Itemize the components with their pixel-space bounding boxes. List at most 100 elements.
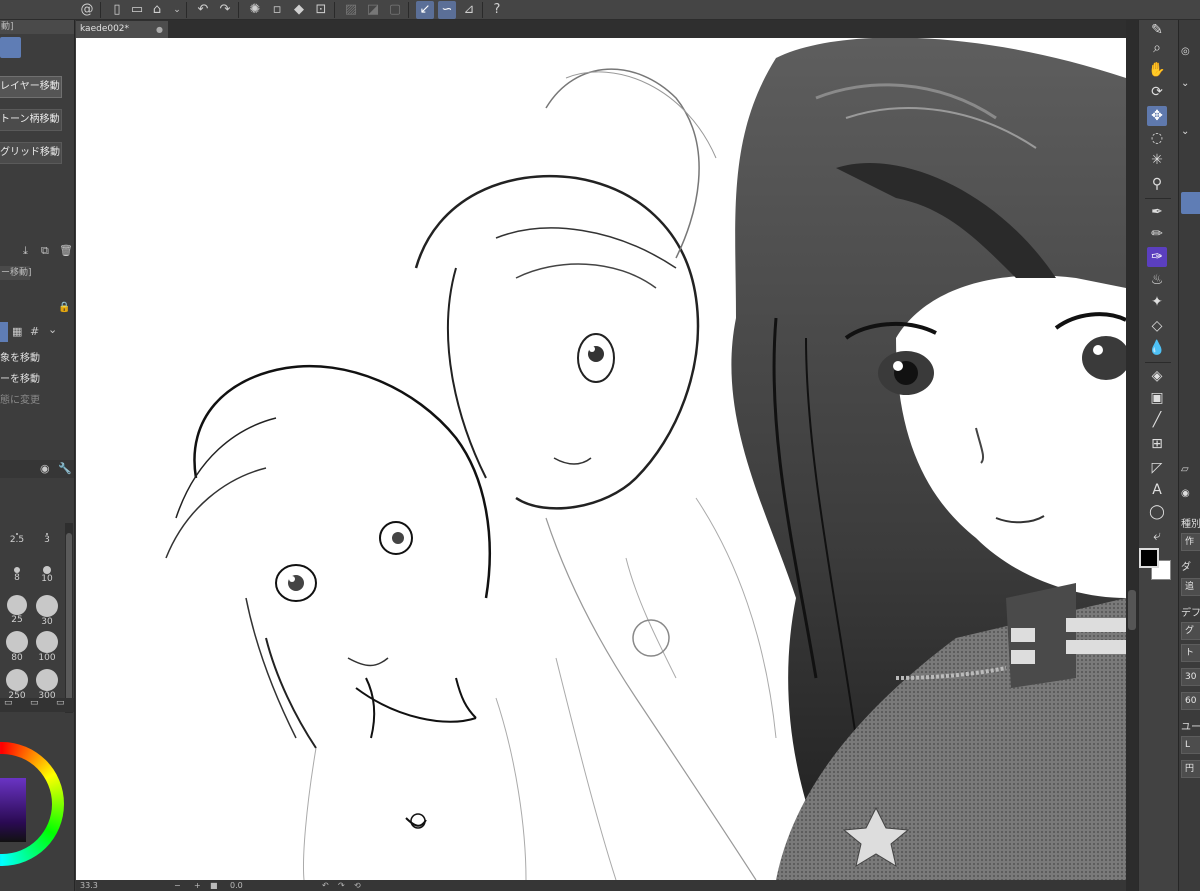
- brush-size-item[interactable]: 8: [2, 563, 32, 593]
- drawing-canvas[interactable]: [76, 38, 1126, 880]
- snap-grid-icon[interactable]: ◪: [364, 1, 382, 19]
- duplicate-icon[interactable]: ⧉: [41, 244, 49, 258]
- gradient-icon[interactable]: ▣: [1147, 388, 1167, 408]
- decoration-icon[interactable]: ✦: [1147, 292, 1167, 312]
- brush-size-item[interactable]: 10: [32, 563, 62, 593]
- blend-icon[interactable]: 💧: [1147, 338, 1167, 358]
- rotate-left-icon[interactable]: ↶: [322, 880, 329, 891]
- move-icon[interactable]: ✥: [1147, 106, 1167, 126]
- clear-icon[interactable]: ▫: [268, 1, 286, 19]
- zoom-in-button[interactable]: +: [194, 880, 201, 891]
- loading-icon[interactable]: ✺: [246, 1, 264, 19]
- right-dropdown[interactable]: 追: [1181, 578, 1200, 596]
- help-icon[interactable]: ?: [488, 1, 506, 19]
- settings-icon[interactable]: ◉: [1181, 488, 1190, 499]
- zoom-icon[interactable]: ⌕: [1147, 38, 1167, 58]
- pencil-icon[interactable]: ✏: [1147, 224, 1167, 244]
- pattern-icon[interactable]: ▦: [12, 325, 22, 338]
- fill-icon[interactable]: ◈: [1147, 366, 1167, 386]
- angle-value[interactable]: 0.0: [230, 880, 243, 891]
- brush-icon[interactable]: ✎: [1147, 20, 1167, 40]
- scroll-thumb[interactable]: [1128, 590, 1136, 630]
- chevron-down-icon[interactable]: ⌄: [168, 1, 186, 19]
- eyedropper-icon[interactable]: ⚲: [1147, 174, 1167, 194]
- brush-size-item[interactable]: 2.5: [2, 529, 32, 559]
- palette-tab-icon[interactable]: ▭: [4, 698, 13, 708]
- app-logo-icon[interactable]: ◎: [1181, 46, 1190, 57]
- color-square[interactable]: [0, 778, 26, 842]
- airbrush-icon[interactable]: ♨: [1147, 270, 1167, 290]
- snap-off-icon[interactable]: ▨: [342, 1, 360, 19]
- folder-icon[interactable]: ▱: [1181, 464, 1189, 475]
- close-icon[interactable]: ●: [156, 21, 163, 38]
- new-file-icon[interactable]: ▯: [108, 1, 126, 19]
- chevron-down-icon[interactable]: ⌄: [1181, 78, 1189, 89]
- tone-move-button[interactable]: トーン柄移動: [0, 109, 62, 131]
- ruler-icon[interactable]: ⊿: [460, 1, 478, 19]
- scroll-thumb[interactable]: [66, 533, 72, 703]
- option-move-target[interactable]: 象を移動: [0, 349, 40, 364]
- reset-icon[interactable]: ⟲: [354, 880, 361, 891]
- chevron-down-icon[interactable]: ⌄: [48, 323, 57, 336]
- text-icon[interactable]: A: [1147, 480, 1167, 500]
- brush-scrollbar[interactable]: [65, 523, 73, 713]
- import-icon[interactable]: ⤓: [23, 244, 28, 258]
- pen-icon[interactable]: ✒: [1147, 202, 1167, 222]
- open-icon[interactable]: ▭: [128, 1, 146, 19]
- sub-tool-selected[interactable]: [1181, 192, 1200, 214]
- rotate-right-icon[interactable]: ↷: [338, 880, 345, 891]
- brush-size-item[interactable]: 30: [32, 595, 62, 627]
- lasso-icon[interactable]: ◌: [1147, 128, 1167, 148]
- zoom-slider-handle[interactable]: ■: [210, 880, 218, 891]
- brush-size-item[interactable]: 25: [2, 595, 32, 625]
- brush-size-item[interactable]: 100: [32, 631, 62, 663]
- magic-wand-icon[interactable]: ✳: [1147, 150, 1167, 170]
- zoom-value[interactable]: 33.3: [80, 880, 98, 891]
- crop-icon[interactable]: ⊡: [312, 1, 330, 19]
- canvas-scrollbar[interactable]: [1126, 20, 1138, 891]
- fill-icon[interactable]: ◆: [290, 1, 308, 19]
- brush-size-item[interactable]: 80: [2, 631, 32, 663]
- option-move-layer[interactable]: ーを移動: [0, 370, 40, 385]
- foreground-color-swatch[interactable]: [1139, 548, 1159, 568]
- chevron-down-icon[interactable]: ⌄: [1181, 126, 1189, 137]
- stabilizer-icon[interactable]: ↙: [416, 1, 434, 19]
- grid-icon[interactable]: #: [30, 325, 39, 338]
- brush-size-item[interactable]: 250: [2, 669, 32, 701]
- correct-line-icon[interactable]: ⤶: [1147, 526, 1167, 546]
- frame-icon[interactable]: ⊞: [1147, 434, 1167, 454]
- eraser-icon[interactable]: ◇: [1147, 316, 1167, 336]
- layer-move-button[interactable]: レイヤー移動: [0, 76, 62, 98]
- lock-icon[interactable]: 🔒: [58, 302, 70, 313]
- marker-icon[interactable]: ✑: [1147, 247, 1167, 267]
- balloon-icon[interactable]: ◯: [1147, 502, 1167, 522]
- save-icon[interactable]: ⌂: [148, 1, 166, 19]
- line-icon[interactable]: ╱: [1147, 410, 1167, 430]
- brush-size-item[interactable]: 3: [32, 529, 62, 559]
- wrench-icon[interactable]: 🔧: [58, 462, 72, 475]
- target-toggle[interactable]: [0, 322, 8, 342]
- right-dropdown[interactable]: 作: [1181, 533, 1200, 551]
- hand-icon[interactable]: ✋: [1147, 60, 1167, 80]
- option-change-state[interactable]: 態に変更: [0, 391, 40, 406]
- redo-icon[interactable]: ↷: [216, 1, 234, 19]
- zoom-out-button[interactable]: −: [174, 880, 181, 891]
- palette-tab-icon[interactable]: ▭: [30, 698, 39, 708]
- undo-icon[interactable]: ↶: [194, 1, 212, 19]
- grid-move-button[interactable]: グリッド移動: [0, 142, 62, 164]
- curve-icon[interactable]: ∽: [438, 1, 456, 19]
- right-dropdown[interactable]: ト: [1181, 644, 1200, 662]
- right-dropdown[interactable]: L: [1181, 736, 1200, 754]
- palette-tab-icon[interactable]: ▭: [56, 698, 65, 708]
- right-dropdown[interactable]: 円: [1181, 760, 1200, 778]
- brush-size-item[interactable]: 300: [32, 669, 62, 701]
- sub-tool-tab[interactable]: [0, 37, 21, 58]
- document-tab[interactable]: kaede002* ●: [76, 21, 168, 38]
- ruler-icon[interactable]: ◸: [1147, 458, 1167, 478]
- trash-icon[interactable]: 🗑: [59, 244, 73, 257]
- app-logo-icon[interactable]: @: [78, 1, 96, 19]
- right-dropdown[interactable]: グ: [1181, 622, 1200, 640]
- settings-icon[interactable]: ◉: [40, 462, 50, 475]
- right-value[interactable]: 60: [1181, 692, 1200, 710]
- right-value[interactable]: 30: [1181, 668, 1200, 686]
